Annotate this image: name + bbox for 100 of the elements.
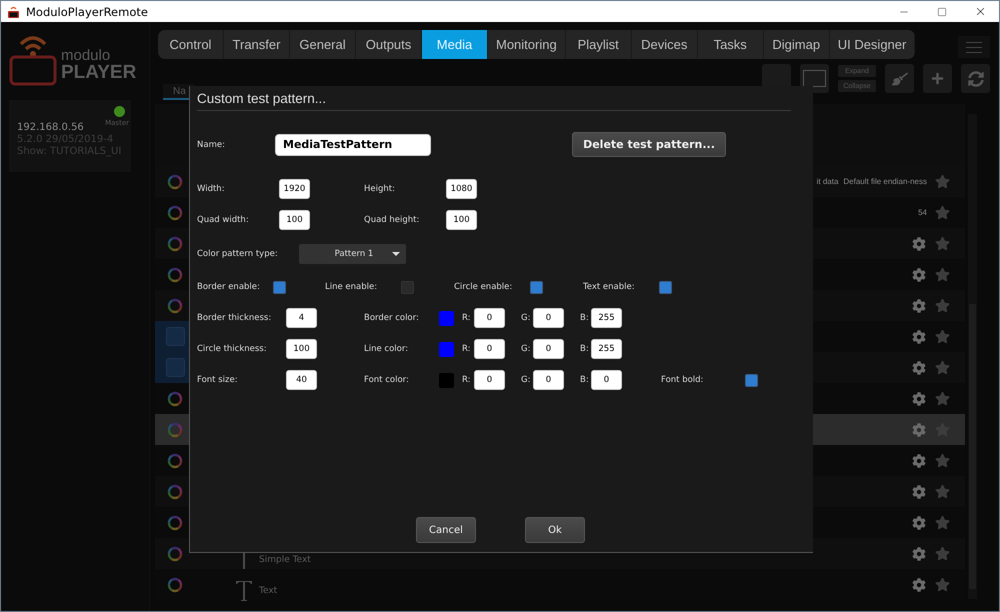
channel-label: B: [580,313,590,323]
number-field[interactable]: 1080 [446,179,477,199]
color-wheel-icon [167,484,183,500]
star-icon[interactable] [935,267,950,282]
gear-icon[interactable] [912,330,926,344]
star-icon[interactable] [935,236,950,251]
gear-icon[interactable] [912,546,926,560]
checkbox[interactable] [659,280,672,294]
checkbox[interactable] [401,280,414,294]
nav-tab[interactable]: Digimap [764,30,830,59]
field-label: Height: [364,184,396,194]
star-icon[interactable] [935,453,950,468]
nav-tab[interactable]: UI Designer [830,30,916,59]
star-icon[interactable] [935,546,950,561]
number-field[interactable]: 4 [286,308,317,328]
number-field[interactable]: 0 [533,370,564,390]
checkbox[interactable] [530,280,543,294]
pattern-dropdown[interactable]: Pattern 1 [299,244,406,264]
gear-icon[interactable] [912,454,926,468]
nav-tab[interactable]: Tasks [698,30,764,59]
color-wheel-icon [167,266,183,282]
gear-icon[interactable] [912,484,926,498]
name-field[interactable]: MediaTestPattern [275,134,431,156]
nav-tab[interactable]: Monitoring [488,30,566,59]
add-button[interactable] [923,64,952,93]
field-label: Circle thickness: [197,344,268,354]
menu-button[interactable] [958,36,990,58]
text-type-icon [235,580,253,602]
color-wheel-icon [167,514,183,530]
star-icon[interactable] [935,174,950,189]
channel-label: G: [521,344,532,354]
color-swatch[interactable] [439,342,454,356]
refresh-icon [968,70,984,86]
gear-icon[interactable] [912,392,926,406]
gear-icon[interactable] [912,578,926,592]
color-wheel-icon [167,546,183,562]
checkbox[interactable] [745,374,758,386]
color-swatch[interactable] [439,310,454,326]
field-label: Width: [197,184,226,194]
field-label: Name: [197,140,226,150]
number-field[interactable]: 100 [279,210,310,230]
gear-icon[interactable] [912,516,926,530]
number-field[interactable]: 100 [446,210,477,230]
number-field[interactable]: 1920 [279,179,310,199]
color-wheel-icon [167,174,183,190]
field-label: Border color: [364,313,420,323]
star-icon[interactable] [935,515,950,530]
item-detail: Default file endian-ness [843,177,927,186]
color-wheel-icon [167,236,183,252]
square-icon [166,327,184,346]
gear-icon[interactable] [912,268,926,282]
star-icon[interactable] [935,329,950,344]
delete-button[interactable]: Delete test pattern... [572,132,726,157]
plus-icon [931,72,944,85]
dialog-button[interactable]: Cancel [416,517,476,543]
channel-label: R: [462,375,472,385]
checkbox[interactable] [273,280,286,294]
item-title: Text [259,586,278,596]
channel-label: G: [521,375,532,385]
nav-tab[interactable]: Control [158,30,224,59]
number-field[interactable]: 255 [591,339,622,359]
star-icon[interactable] [935,391,950,406]
logo-text: PLAYER [61,63,136,82]
field-label: Line color: [364,344,410,354]
star-icon[interactable] [935,484,950,499]
app-icon [7,6,20,18]
item-detail: 54 [918,208,927,217]
number-field[interactable]: 0 [474,339,505,359]
number-field[interactable]: 100 [286,339,317,359]
number-field[interactable]: 255 [591,308,622,328]
item-title: Simple Text [259,554,311,564]
number-field[interactable]: 0 [533,339,564,359]
number-field[interactable]: 0 [591,370,622,390]
gear-icon[interactable] [912,422,926,436]
number-field[interactable]: 0 [474,308,505,328]
nav-tab[interactable]: Transfer [224,30,290,59]
gear-icon[interactable] [912,298,926,312]
nav-tab[interactable]: Playlist [566,30,632,59]
field-label: Font size: [197,375,239,385]
gear-icon[interactable] [912,236,926,250]
number-field[interactable]: 0 [474,370,505,390]
field-label: Line enable: [325,282,378,292]
gear-icon[interactable] [912,360,926,374]
star-icon[interactable] [935,205,950,220]
number-field[interactable]: 40 [286,370,317,390]
dialog-button[interactable]: Ok [525,517,585,543]
color-wheel-icon [167,298,183,314]
logo-text: modulo [61,48,112,63]
channel-label: R: [462,313,472,323]
refresh-button[interactable] [961,64,990,93]
nav-tab[interactable]: Devices [632,30,698,59]
nav-tab[interactable]: General [290,30,356,59]
star-icon[interactable] [935,577,950,592]
color-wheel-icon [167,452,183,468]
star-icon[interactable] [935,298,950,313]
star-icon[interactable] [935,360,950,375]
number-field[interactable]: 0 [533,308,564,328]
broom-button[interactable] [885,64,914,93]
color-swatch[interactable] [439,372,454,388]
field-label: Border thickness: [197,313,272,323]
